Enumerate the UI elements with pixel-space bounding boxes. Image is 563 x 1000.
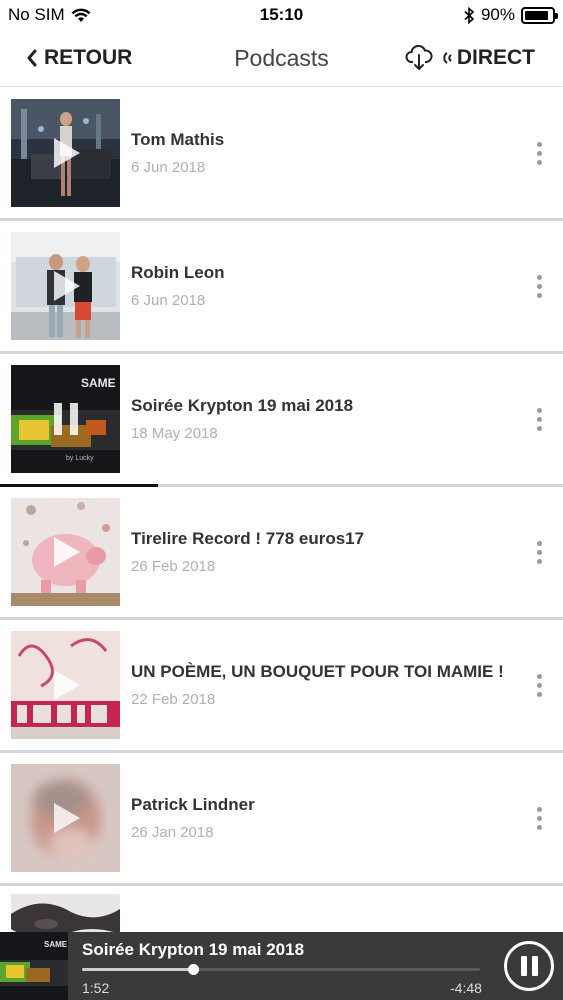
play-icon[interactable] (49, 268, 83, 304)
face-closeup-thumbnail[interactable] (11, 894, 120, 932)
podcast-row[interactable]: Tirelire Record ! 778 euros17 26 Feb 201… (0, 487, 563, 620)
chevron-left-icon (27, 49, 37, 67)
player-scrubber-fill (82, 968, 194, 971)
podcast-info: Soirée Krypton 19 mai 2018 18 May 2018 (131, 396, 519, 442)
podcast-date: 6 Jun 2018 (131, 292, 206, 309)
back-label: RETOUR (44, 46, 133, 69)
elapsed-time: 1:52 (82, 980, 110, 996)
bluetooth-icon (464, 6, 475, 24)
podcast-info: Tirelire Record ! 778 euros17 26 Feb 201… (131, 529, 519, 575)
podcast-info: UN POÈME, UN BOUQUET POUR TOI MAMIE ! 22… (131, 662, 519, 708)
podcast-date: 18 May 2018 (131, 425, 218, 442)
nav-right: DIRECT (405, 45, 563, 71)
svg-text:SAME: SAME (81, 376, 116, 390)
portrait-blur-thumbnail[interactable] (11, 764, 120, 872)
status-right: 90% (464, 5, 558, 25)
play-icon[interactable] (49, 534, 83, 570)
direct-label: DIRECT (456, 46, 535, 69)
player-scrubber-knob[interactable] (188, 964, 200, 975)
podcast-title: Tom Mathis (131, 130, 225, 149)
podcast-info: Patrick Lindner 26 Jan 2018 (131, 795, 519, 841)
podcast-row[interactable]: Tom Mathis 6 Jun 2018 (0, 88, 563, 221)
mini-player[interactable]: SAME Soirée Krypton 19 mai 2018 1:52 -4:… (0, 932, 563, 1000)
player-artwork[interactable]: SAME (0, 932, 68, 1000)
pause-icon[interactable] (50, 401, 82, 437)
piggy-bank-thumbnail[interactable] (11, 498, 120, 606)
player-title: Soirée Krypton 19 mai 2018 (82, 940, 305, 959)
more-options-icon[interactable] (519, 540, 559, 564)
podcast-title: Patrick Lindner (131, 795, 255, 814)
status-bar: No SIM 15:10 90% (0, 0, 563, 30)
more-options-icon[interactable] (519, 274, 559, 298)
mamie-card-thumbnail[interactable] (11, 631, 120, 739)
party-flyer-thumbnail[interactable]: SAME by Lucky (11, 365, 120, 473)
play-icon[interactable] (49, 667, 83, 703)
podcast-title: Soirée Krypton 19 mai 2018 (131, 396, 354, 415)
podcast-date: 26 Jan 2018 (131, 824, 214, 841)
podcast-row[interactable]: UN POÈME, UN BOUQUET POUR TOI MAMIE ! 22… (0, 620, 563, 753)
podcast-title: Tirelire Record ! 778 euros17 (131, 529, 365, 548)
battery-percent: 90% (480, 5, 515, 24)
cloud-download-icon[interactable] (405, 45, 433, 71)
podcast-row[interactable]: Robin Leon 6 Jun 2018 (0, 221, 563, 354)
podcast-row[interactable]: Patrick Lindner 26 Jan 2018 (0, 753, 563, 886)
direct-button[interactable]: DIRECT (441, 46, 535, 70)
play-icon[interactable] (49, 800, 83, 836)
podcast-date: 26 Feb 2018 (131, 558, 216, 575)
status-left: No SIM (8, 5, 91, 25)
play-icon[interactable] (49, 135, 83, 171)
more-options-icon[interactable] (519, 806, 559, 830)
podcast-info: Tom Mathis 6 Jun 2018 (131, 130, 519, 176)
podcast-info: Robin Leon 6 Jun 2018 (131, 263, 519, 309)
player-info: Soirée Krypton 19 mai 2018 1:52 -4:48 (68, 932, 504, 1000)
pause-button[interactable] (504, 941, 554, 991)
concert-stage-thumbnail[interactable] (11, 99, 120, 207)
carrier-label: No SIM (8, 5, 65, 24)
more-options-icon[interactable] (519, 407, 559, 431)
pause-icon (520, 956, 527, 976)
more-options-icon[interactable] (519, 141, 559, 165)
podcast-title: Robin Leon (131, 263, 225, 282)
svg-text:SAME: SAME (44, 940, 68, 949)
remaining-time: -4:48 (450, 980, 482, 996)
player-scrubber[interactable] (82, 964, 480, 975)
svg-text:by Lucky: by Lucky (66, 455, 94, 462)
podcast-date: 6 Jun 2018 (131, 159, 206, 176)
more-options-icon[interactable] (519, 673, 559, 697)
two-men-photo-thumbnail[interactable] (11, 232, 120, 340)
battery-icon (521, 6, 558, 24)
back-button[interactable]: RETOUR (0, 46, 132, 70)
wifi-icon (71, 8, 91, 22)
podcast-row-partial[interactable] (0, 886, 563, 932)
podcast-list[interactable]: Tom Mathis 6 Jun 2018 Robin Leon 6 Jun 2… (0, 88, 563, 932)
podcast-date: 22 Feb 2018 (131, 691, 216, 708)
nav-bar: RETOUR Podcasts DIRECT (0, 30, 563, 87)
battery-fill (525, 10, 549, 20)
live-signal-icon (443, 52, 452, 64)
podcast-row[interactable]: SAME by Lucky Soirée Krypton 19 mai 2018… (0, 354, 563, 487)
podcast-title: UN POÈME, UN BOUQUET POUR TOI MAMIE ! (131, 662, 504, 681)
